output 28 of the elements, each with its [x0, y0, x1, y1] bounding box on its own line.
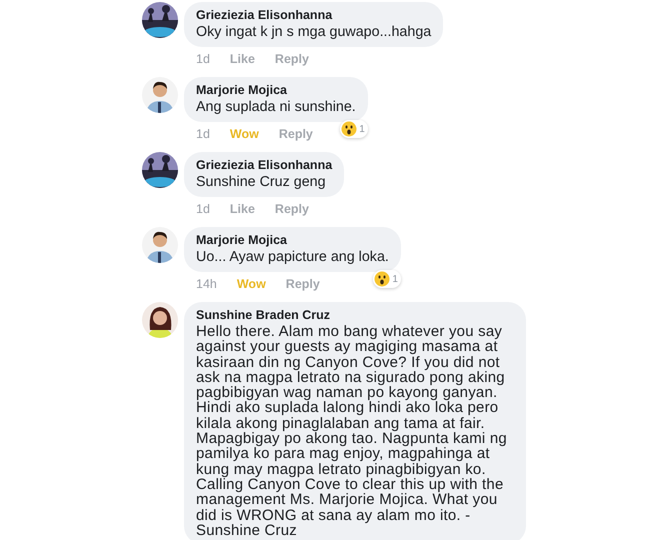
reaction-link[interactable]: Wow	[236, 277, 266, 291]
comment-time: 1d	[196, 127, 210, 141]
reaction-badge[interactable]: 1	[373, 270, 401, 288]
reaction-link[interactable]: Like	[230, 52, 255, 66]
reply-link[interactable]: Reply	[274, 202, 309, 216]
comment-text: Oky ingat k jn s mga guwapo...hahga	[196, 24, 432, 41]
author-name[interactable]: Grieziezia Elisonhanna	[196, 8, 432, 23]
comment-text: Hello there. Alam mo bang whatever you say against your guests ay magiging masama at kasiraan din ng Canyon Cove? If you did not ask na magpa letrato na sigurado pong aking pagbibigyan wag naman po kayong ganyan. Hindi ako suplada lalong hindi ako loka pero kilala akong pinaglalaban ang tama at fair. Mapagbigay po akong tao. Nagpunta kami ng pamilya ko para mag enjoy, magpahinga at kung may magpa letrato pinagbibigyan ko. Calling Canyon Cove to clear this up with the management Ms. Marjorie Mojica. What you did is WRONG at sana ay alam mo ito. - Sunshine Cruz	[196, 324, 508, 538]
reaction-count: 1	[392, 274, 398, 284]
wow-reaction-icon	[374, 271, 390, 287]
comment-text: Uo... Ayaw papicture ang loka.	[196, 249, 389, 266]
reaction-badge[interactable]: 1	[340, 120, 368, 138]
reaction-link[interactable]: Like	[230, 202, 255, 216]
comment-time: 1d	[196, 52, 210, 66]
reply-link[interactable]: Reply	[286, 277, 320, 291]
reply-link[interactable]: Reply	[278, 127, 313, 141]
author-name[interactable]: Sunshine Braden Cruz	[196, 308, 514, 323]
comment-text: Ang suplada ni sunshine.	[196, 99, 356, 116]
reply-link[interactable]: Reply	[274, 52, 309, 66]
author-name[interactable]: Marjorie Mojica	[196, 83, 356, 98]
reaction-count: 1	[359, 124, 365, 134]
comment-text: Sunshine Cruz geng	[196, 174, 327, 191]
comment-time: 1d	[196, 202, 210, 216]
author-name[interactable]: Marjorie Mojica	[196, 233, 389, 248]
author-name[interactable]: Grieziezia Elisonhanna	[196, 158, 332, 173]
wow-reaction-icon	[341, 121, 358, 137]
reaction-link[interactable]: Wow	[230, 127, 259, 141]
comment-time: 14h	[196, 277, 217, 291]
